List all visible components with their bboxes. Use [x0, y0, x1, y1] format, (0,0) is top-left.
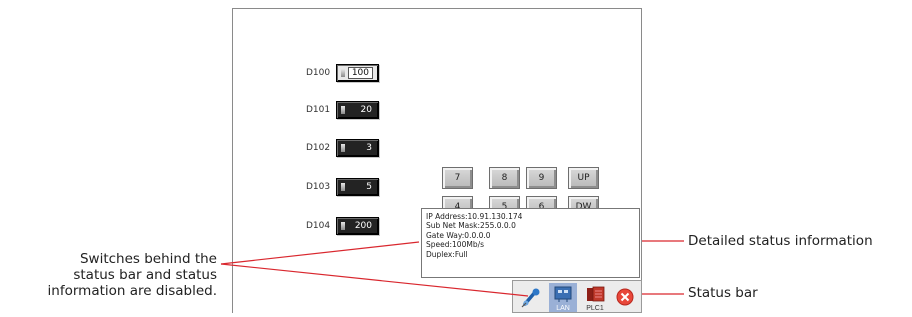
register-label-d102: D102 [306, 143, 331, 153]
plc-icon [587, 286, 605, 302]
gateway-text: Gate Way:0.0.0.0 [426, 230, 491, 240]
register-value: 5 [366, 182, 372, 192]
subnet-mask-text: Sub Net Mask:255.0.0.0 [426, 221, 516, 231]
register-value: 20 [360, 105, 372, 115]
annotation-line: information are disabled. [47, 283, 217, 299]
register-label-d104: D104 [306, 221, 331, 231]
key-up[interactable]: UP [568, 167, 599, 189]
register-label-d100: D100 [306, 68, 331, 78]
register-display-d103[interactable]: 5 [336, 178, 379, 196]
indicator-mark [341, 144, 345, 152]
duplex-text: Duplex:Full [426, 249, 468, 259]
ip-address-text: IP Address:10.91.130.174 [426, 212, 523, 221]
indicator-mark [341, 69, 345, 77]
speed-text: Speed:100Mb/s [426, 240, 485, 250]
close-icon [616, 288, 634, 306]
annotation-status-bar: Status bar [688, 285, 758, 301]
register-label-d103: D103 [306, 182, 331, 192]
register-value: 200 [354, 221, 372, 231]
indicator-mark [341, 183, 345, 191]
register-value: 3 [366, 143, 372, 153]
key-7[interactable]: 7 [442, 167, 473, 189]
status-bar-close[interactable] [613, 283, 641, 312]
annotation-detailed-status: Detailed status information [688, 233, 873, 249]
lan-caption: LAN [556, 305, 570, 312]
status-bar-lan[interactable]: LAN [549, 283, 577, 312]
key-9[interactable]: 9 [526, 167, 557, 189]
register-display-d102[interactable]: 3 [336, 139, 379, 157]
register-display-d104[interactable]: 200 [336, 217, 379, 235]
indicator-mark [341, 222, 345, 230]
status-bar-plc[interactable]: PLC1 [581, 283, 609, 312]
detailed-status-panel: IP Address:10.91.130.174 Sub Net Mask:25… [421, 208, 640, 278]
register-display-d101[interactable]: 20 [336, 101, 379, 119]
annotation-disabled-switches: Switches behind the status bar and statu… [20, 251, 217, 299]
annotation-line: status bar and status [73, 267, 217, 283]
key-8[interactable]: 8 [489, 167, 520, 189]
lan-icon [554, 286, 572, 302]
register-label-d101: D101 [306, 105, 331, 115]
register-display-d100[interactable]: 100 [336, 64, 379, 82]
register-value: 100 [347, 67, 373, 79]
annotation-line: Switches behind the [79, 251, 217, 267]
pin-icon [521, 288, 540, 308]
indicator-mark [341, 106, 345, 114]
plc-caption: PLC1 [586, 305, 604, 312]
status-bar: LAN PLC1 [512, 280, 642, 313]
status-bar-pin[interactable] [517, 283, 545, 312]
